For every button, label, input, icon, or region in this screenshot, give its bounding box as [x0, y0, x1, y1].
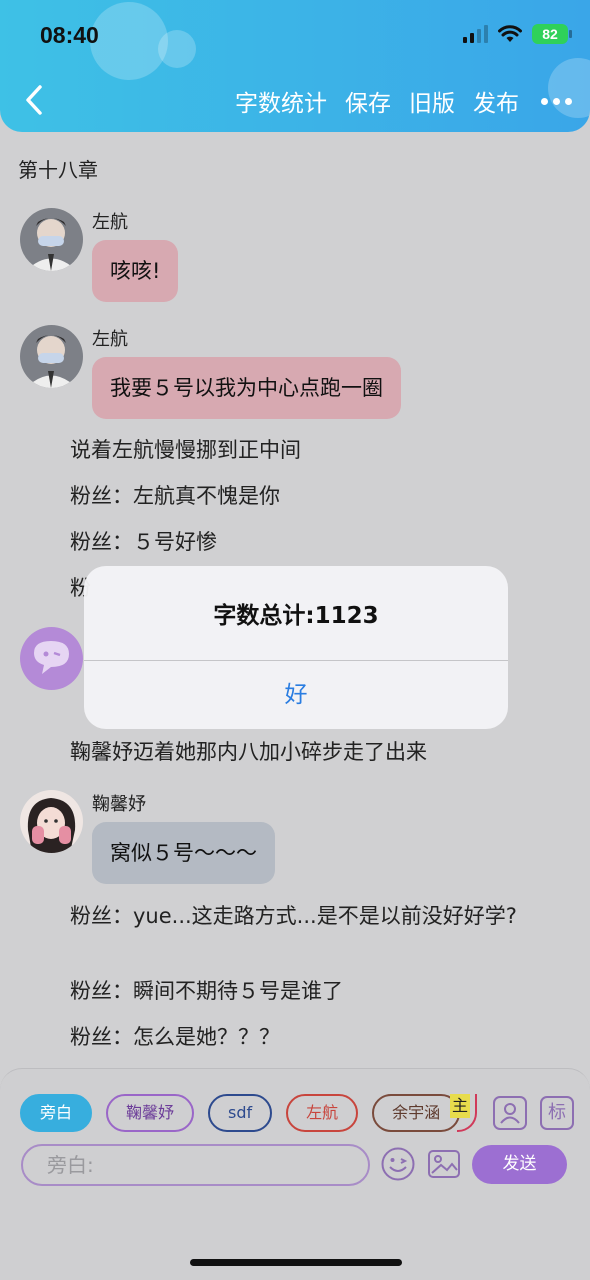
- avatar[interactable]: [20, 325, 83, 388]
- decorative-bubble: [90, 2, 168, 80]
- role-chip-narrator[interactable]: 旁白: [20, 1094, 93, 1132]
- home-indicator: [190, 1259, 402, 1266]
- role-chip[interactable]: 余宇涵: [372, 1094, 461, 1132]
- decorative-bubble: [158, 30, 196, 68]
- image-icon[interactable]: [426, 1146, 462, 1182]
- message-input[interactable]: 旁白:: [21, 1144, 370, 1186]
- old-version-button[interactable]: 旧版: [409, 84, 455, 118]
- sender-name: 左航: [92, 329, 128, 350]
- narration-line: 粉丝：yue...这走路方式...是不是以前没好好学?: [70, 904, 517, 928]
- role-chip[interactable]: 左航: [286, 1094, 359, 1132]
- narration-line: 粉丝：怎么是她？？？: [70, 1025, 280, 1049]
- role-chip-tag: 主: [450, 1094, 470, 1118]
- chapter-title: 第十八章: [18, 158, 98, 182]
- avatar[interactable]: [20, 790, 83, 853]
- word-count-dialog: 字数总计:1123 好: [84, 566, 508, 729]
- narrator-avatar[interactable]: [20, 627, 83, 690]
- wifi-icon: [498, 25, 522, 42]
- avatar[interactable]: [20, 208, 83, 271]
- narration-line: 粉丝：５号好惨: [70, 530, 217, 554]
- app-header: 08:40 82 字数统计 保存 旧版 发布: [0, 0, 590, 132]
- narration-line: 粉丝：瞬间不期待５号是谁了: [70, 979, 343, 1003]
- mark-icon-label: 标: [548, 1102, 566, 1123]
- narration-line: 粉丝：左航真不愧是你: [70, 484, 280, 508]
- save-button[interactable]: 保存: [345, 84, 391, 118]
- input-placeholder: 旁白:: [47, 1153, 94, 1177]
- mark-icon[interactable]: 标: [540, 1096, 574, 1130]
- more-options-icon[interactable]: [541, 97, 572, 105]
- narration-line: 鞠馨妤迈着她那内八加小碎步走了出来: [70, 740, 427, 764]
- sender-name: 鞠馨妤: [92, 794, 146, 815]
- status-icons: 82: [463, 24, 572, 44]
- send-button[interactable]: 发送: [472, 1145, 567, 1184]
- role-chip[interactable]: 鞠馨妤: [106, 1094, 195, 1132]
- word-count-button[interactable]: 字数统计: [235, 84, 327, 118]
- cellular-signal-icon: [463, 25, 488, 43]
- emoji-icon[interactable]: [380, 1146, 416, 1182]
- sender-name: 左航: [92, 212, 128, 233]
- chat-bubble-icon: [34, 641, 69, 674]
- dialog-title: 字数总计:1123: [213, 603, 379, 629]
- message-bubble: 窝似５号～～～: [92, 822, 275, 884]
- person-icon[interactable]: [493, 1096, 527, 1130]
- message-bubble: 咳咳!: [92, 240, 179, 302]
- header-actions: 字数统计 保存 旧版 发布: [235, 84, 572, 118]
- message-bubble: 我要５号以我为中心点跑一圈: [92, 357, 401, 419]
- battery-icon: 82: [532, 24, 572, 44]
- back-arrow-icon[interactable]: [20, 82, 50, 118]
- narration-line: 说着左航慢慢挪到正中间: [70, 438, 301, 462]
- role-chip[interactable]: sdf: [208, 1094, 273, 1132]
- role-selector: 旁白 鞠馨妤 sdf 左航 余宇涵: [20, 1094, 461, 1132]
- dialog-ok-button[interactable]: 好: [84, 661, 508, 729]
- publish-button[interactable]: 发布: [473, 84, 519, 118]
- status-time: 08:40: [40, 22, 99, 48]
